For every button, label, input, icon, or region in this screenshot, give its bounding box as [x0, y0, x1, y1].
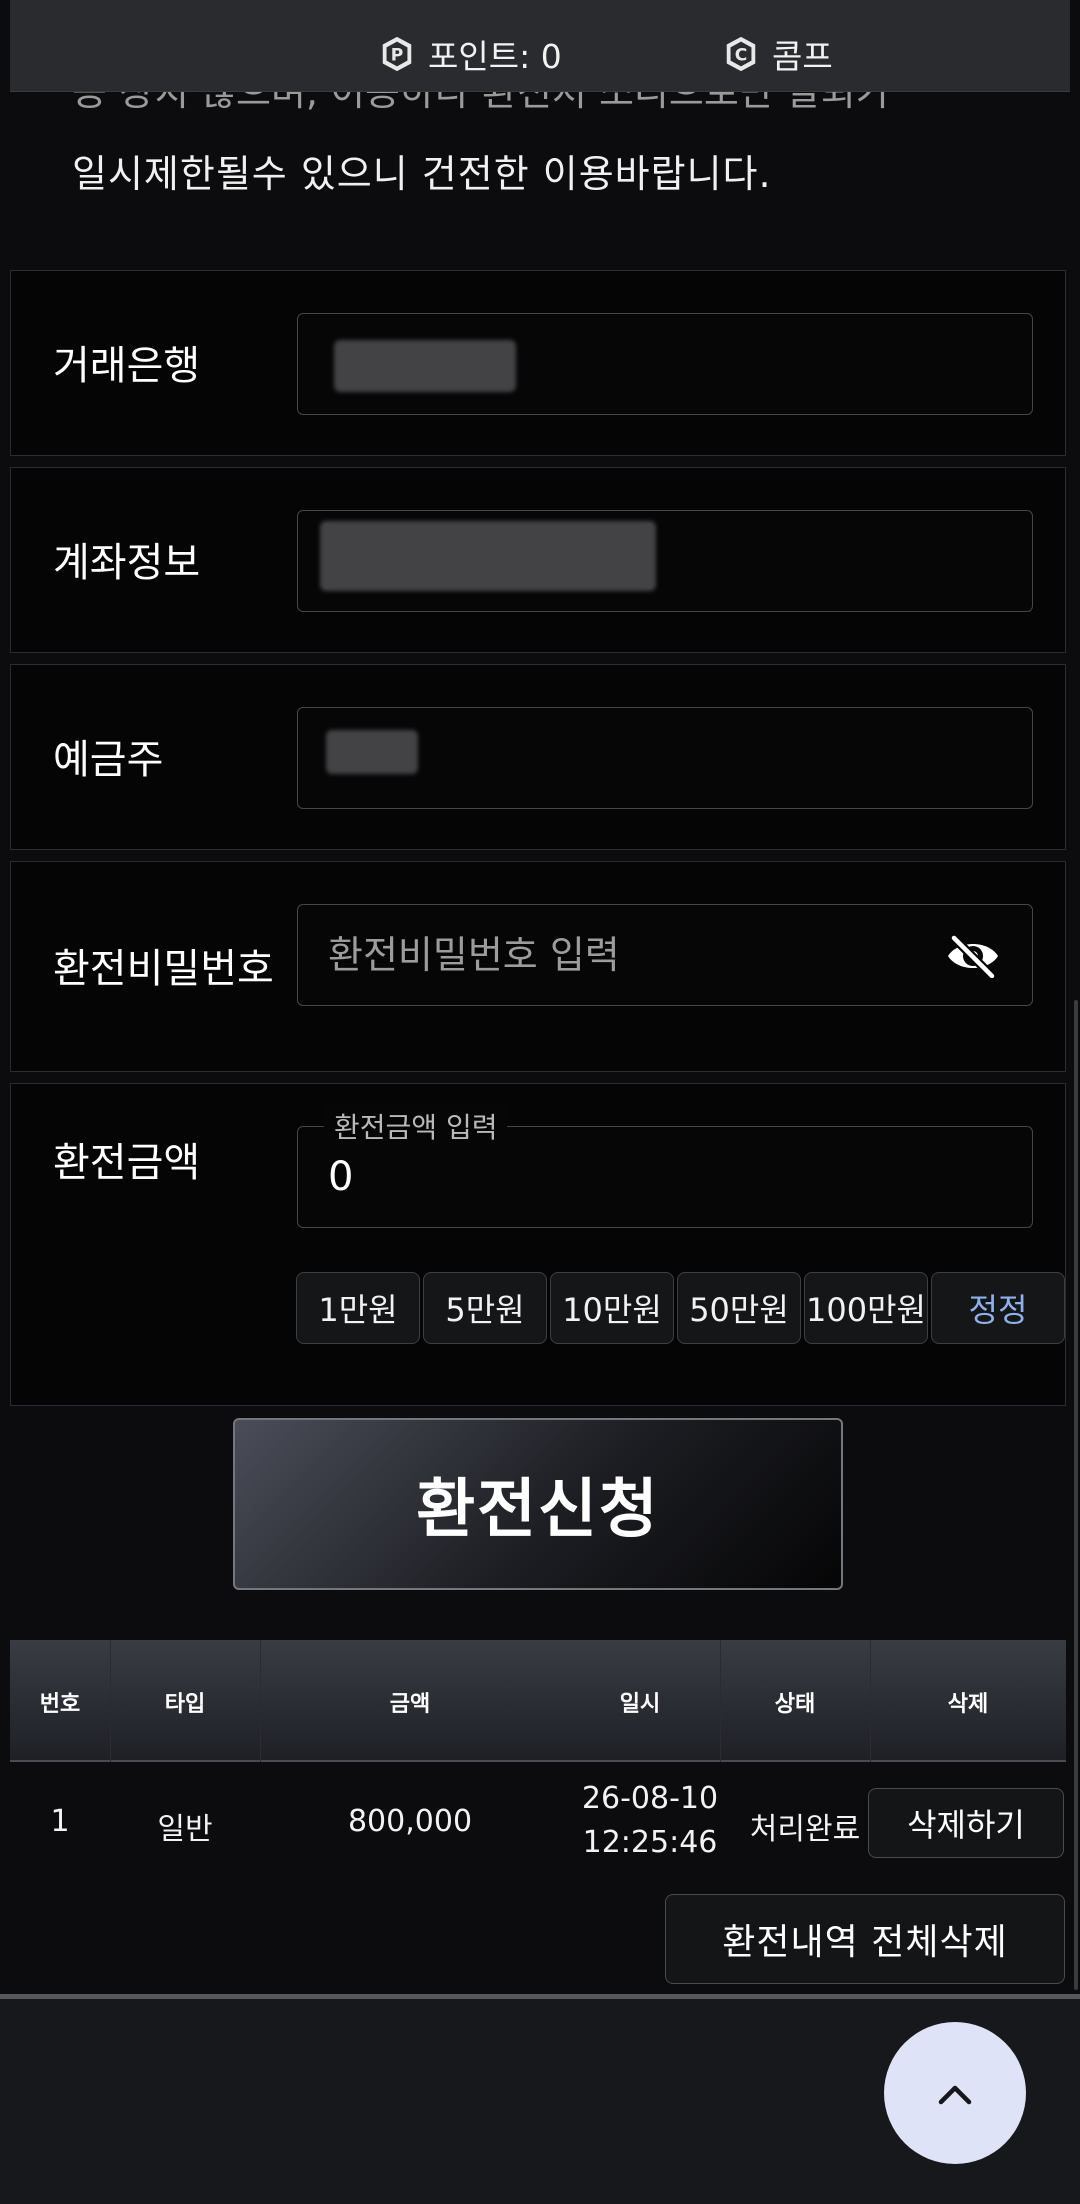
account-label: 계좌정보	[53, 540, 201, 586]
svg-text:P: P	[391, 46, 404, 66]
redacted-holder	[326, 730, 418, 774]
quick-amount-100k-button[interactable]: 10만원	[550, 1272, 674, 1344]
comp-label: 콤프	[772, 37, 833, 76]
header-date: 일시	[619, 1692, 661, 1717]
password-label: 환전비밀번호	[53, 946, 274, 992]
header-delete: 삭제	[947, 1692, 989, 1717]
comp-coin-icon: C	[726, 36, 756, 72]
notice-text: 일시제한될수 있으니 건전한 이용바랍니다.	[72, 152, 772, 196]
svg-text:C: C	[735, 46, 748, 66]
row-type: 일반	[157, 1812, 213, 1847]
quick-amount-1m-button[interactable]: 100만원	[804, 1272, 928, 1344]
bank-row: 거래은행	[10, 270, 1066, 456]
quick-amount-500k-button[interactable]: 50만원	[677, 1272, 801, 1344]
password-field	[297, 904, 1033, 1006]
delete-row-button[interactable]: 삭제하기	[868, 1788, 1064, 1858]
header-type: 타입	[164, 1692, 206, 1717]
row-time: 12:25:46	[582, 1825, 718, 1860]
points-display[interactable]: P 포인트: 0	[378, 30, 562, 78]
row-amount: 800,000	[347, 1804, 473, 1839]
bank-label: 거래은행	[53, 343, 201, 389]
eye-off-icon[interactable]	[944, 934, 1002, 978]
row-date: 26-08-10	[581, 1781, 719, 1816]
account-row: 계좌정보	[10, 467, 1066, 653]
header-no: 번호	[39, 1692, 81, 1717]
header-amount: 금액	[389, 1692, 431, 1717]
notice-line-partial: 등 장치 않으며, 이용하다 환전처 소리으로만 탈퇴가	[72, 92, 891, 114]
delete-all-history-button[interactable]: 환전내역 전체삭제	[665, 1894, 1065, 1984]
header-status: 상태	[774, 1692, 816, 1717]
amount-float-label: 환전금액 입력	[324, 1106, 508, 1146]
points-label: 포인트: 0	[428, 37, 562, 76]
row-status: 처리완료	[749, 1812, 861, 1847]
holder-field[interactable]	[297, 707, 1033, 809]
amount-row: 환전금액 환전금액 입력	[10, 1083, 1066, 1406]
reset-amount-button[interactable]: 정정	[931, 1272, 1065, 1344]
holder-label: 예금주	[53, 737, 164, 783]
top-status-bar: P 포인트: 0 C 콤프	[10, 0, 1070, 92]
redacted-bank	[334, 340, 516, 392]
points-coin-icon: P	[382, 36, 412, 72]
account-field[interactable]	[297, 510, 1033, 612]
redacted-account	[320, 521, 656, 591]
withdraw-page: P 포인트: 0 C 콤프 등 장치 않으며, 이용하다 환전처 소리으로만 탈…	[0, 0, 1080, 2204]
bank-field[interactable]	[297, 313, 1033, 415]
withdraw-submit-button[interactable]: 환전신청	[233, 1418, 843, 1590]
row-no: 1	[50, 1804, 70, 1839]
amount-label: 환전금액	[53, 1140, 201, 1186]
quick-amount-10k-button[interactable]: 1만원	[296, 1272, 420, 1344]
quick-amount-50k-button[interactable]: 5만원	[423, 1272, 547, 1344]
scrollbar[interactable]	[1074, 1000, 1078, 1990]
password-row: 환전비밀번호	[10, 861, 1066, 1072]
holder-row: 예금주	[10, 664, 1066, 850]
password-input[interactable]	[298, 905, 1032, 1005]
history-table-header: 번호 타입 금액 일시 상태 삭제	[10, 1640, 1066, 1762]
chevron-up-icon	[938, 2085, 972, 2105]
comp-display[interactable]: C 콤프	[722, 30, 833, 78]
scroll-to-top-button[interactable]	[884, 2022, 1026, 2164]
